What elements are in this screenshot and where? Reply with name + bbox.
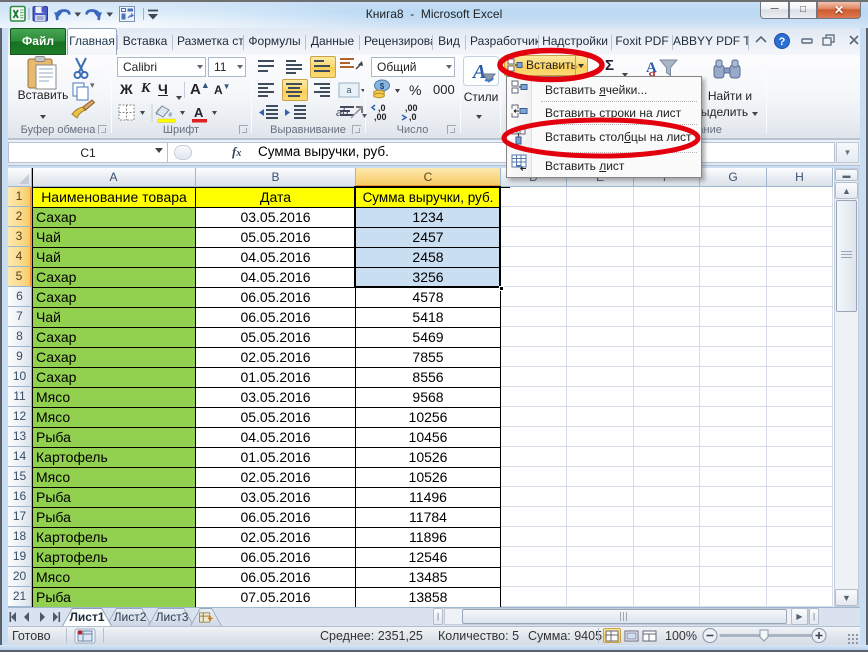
svg-text:ab: ab [336,107,348,119]
svg-text:А: А [194,105,204,120]
svg-text:%: % [409,82,421,98]
svg-text:a: a [346,85,351,95]
svg-text:,0: ,0 [409,112,417,122]
svg-text:A: A [471,61,486,83]
svg-text:,00: ,00 [374,112,387,122]
svg-text:?: ? [779,36,786,48]
svg-text:000: 000 [433,82,455,97]
svg-text:$: $ [380,82,385,91]
